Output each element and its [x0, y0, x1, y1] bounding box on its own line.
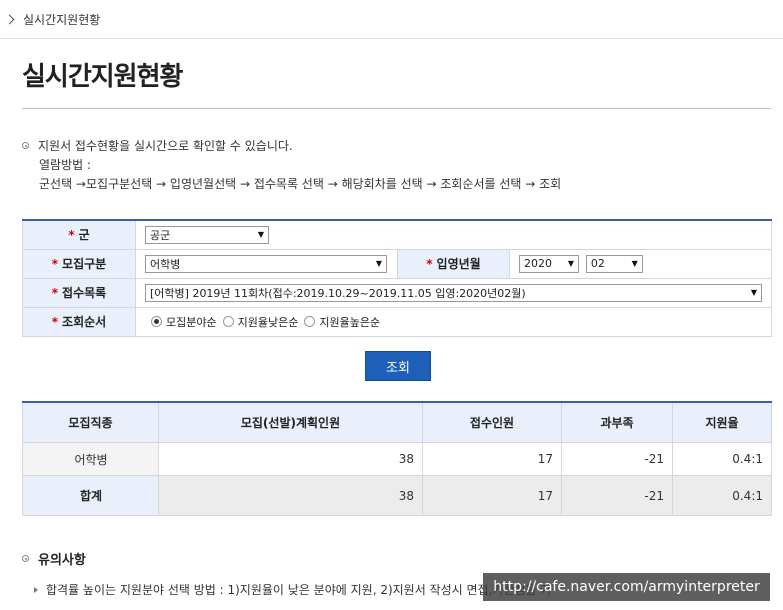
order-radio-rate-low[interactable]: [222, 316, 234, 327]
total-rate: 0.4:1: [672, 475, 772, 516]
triangle-bullet-icon: [34, 586, 38, 593]
receipt-label: * 접수목록: [22, 277, 136, 308]
info-line-3: 군선택 →모집구분선택 → 입영년월선택 → 접수목록 선택 → 해당회차를 선…: [39, 177, 562, 191]
notice-text: 합격률 높이는 지원분야 선택 방법 : 1)지원율이 낮은 분야에 지원, 2…: [34, 581, 551, 598]
order-option-rate-low-label: 지원율낮은순: [237, 315, 299, 329]
search-button[interactable]: 조회: [365, 351, 431, 381]
total-row: 합계 38 17 -21 0.4:1: [22, 475, 772, 516]
circle-bullet-icon: [22, 555, 29, 562]
info-line-2: 열람방법 :: [39, 158, 92, 172]
chevron-right-icon: [4, 14, 15, 24]
breadcrumb: 실시간지원현황: [0, 0, 783, 39]
cell-field: 어학병: [22, 442, 159, 476]
enlist-label: * 입영년월: [397, 248, 510, 279]
dropdown-arrow-icon: ▼: [750, 288, 757, 297]
col-header-applied: 접수인원: [422, 401, 562, 443]
watermark: http://cafe.naver.com/armyinterpreter: [483, 573, 770, 601]
dropdown-arrow-icon: ▼: [375, 259, 382, 268]
table-row: 어학병 38 17 -21 0.4:1: [22, 442, 772, 476]
total-applied: 17: [422, 475, 562, 516]
cell-diff: -21: [561, 442, 673, 476]
dropdown-arrow-icon: ▼: [567, 259, 574, 268]
circle-bullet-icon: [22, 142, 29, 149]
cell-applied: 17: [422, 442, 562, 476]
category-label: * 모집구분: [22, 248, 136, 279]
info-box: 지원서 접수현황을 실시간으로 확인할 수 있습니다. 열람방법 : 군선택 →…: [22, 137, 561, 194]
info-line-1: 지원서 접수현황을 실시간으로 확인할 수 있습니다.: [38, 139, 293, 153]
page-title: 실시간지원현황: [22, 62, 183, 92]
total-plan: 38: [158, 475, 423, 516]
receipt-select[interactable]: [어학병] 2019년 11회차(접수:2019.10.29~2019.11.0…: [145, 283, 762, 302]
order-radio-rate-high[interactable]: [304, 316, 316, 327]
cell-plan: 38: [158, 442, 423, 476]
branch-select[interactable]: 공군 ▼: [145, 225, 269, 244]
col-header-plan: 모집(선발)계획인원: [158, 401, 423, 443]
order-radio-field[interactable]: [151, 316, 162, 327]
col-header-rate: 지원율: [672, 401, 772, 443]
breadcrumb-current[interactable]: 실시간지원현황: [23, 11, 100, 28]
cell-rate: 0.4:1: [672, 442, 772, 476]
dropdown-arrow-icon: ▼: [631, 259, 638, 268]
title-divider: [22, 108, 771, 109]
month-select[interactable]: 02 ▼: [585, 254, 643, 273]
total-diff: -21: [561, 475, 673, 516]
order-option-field-label: 모집분야순: [166, 315, 217, 329]
category-select[interactable]: 어학병 ▼: [145, 254, 387, 273]
dropdown-arrow-icon: ▼: [257, 230, 264, 240]
order-option-rate-high-label: 지원율높은순: [319, 315, 381, 329]
branch-label: * 군: [22, 219, 136, 250]
search-form: * 군 공군 ▼ * 모집구분 어학병 ▼ * 입영년월 2020 ▼ 02 ▼ * 접수목록 …: [22, 219, 772, 337]
total-label: 합계: [22, 475, 159, 516]
col-header-diff: 과부족: [561, 401, 673, 443]
notice-heading: 유의사항: [22, 549, 86, 568]
results-table: 모집직종 모집(선발)계획인원 접수인원 과부족 지원율 어학병 38 17 -…: [22, 401, 772, 516]
order-radio-group: 모집분야순 지원율낮은순 지원율높은순: [145, 314, 771, 330]
col-header-field: 모집직종: [22, 401, 159, 443]
year-select[interactable]: 2020 ▼: [519, 254, 579, 273]
order-label: * 조회순서: [22, 306, 136, 337]
